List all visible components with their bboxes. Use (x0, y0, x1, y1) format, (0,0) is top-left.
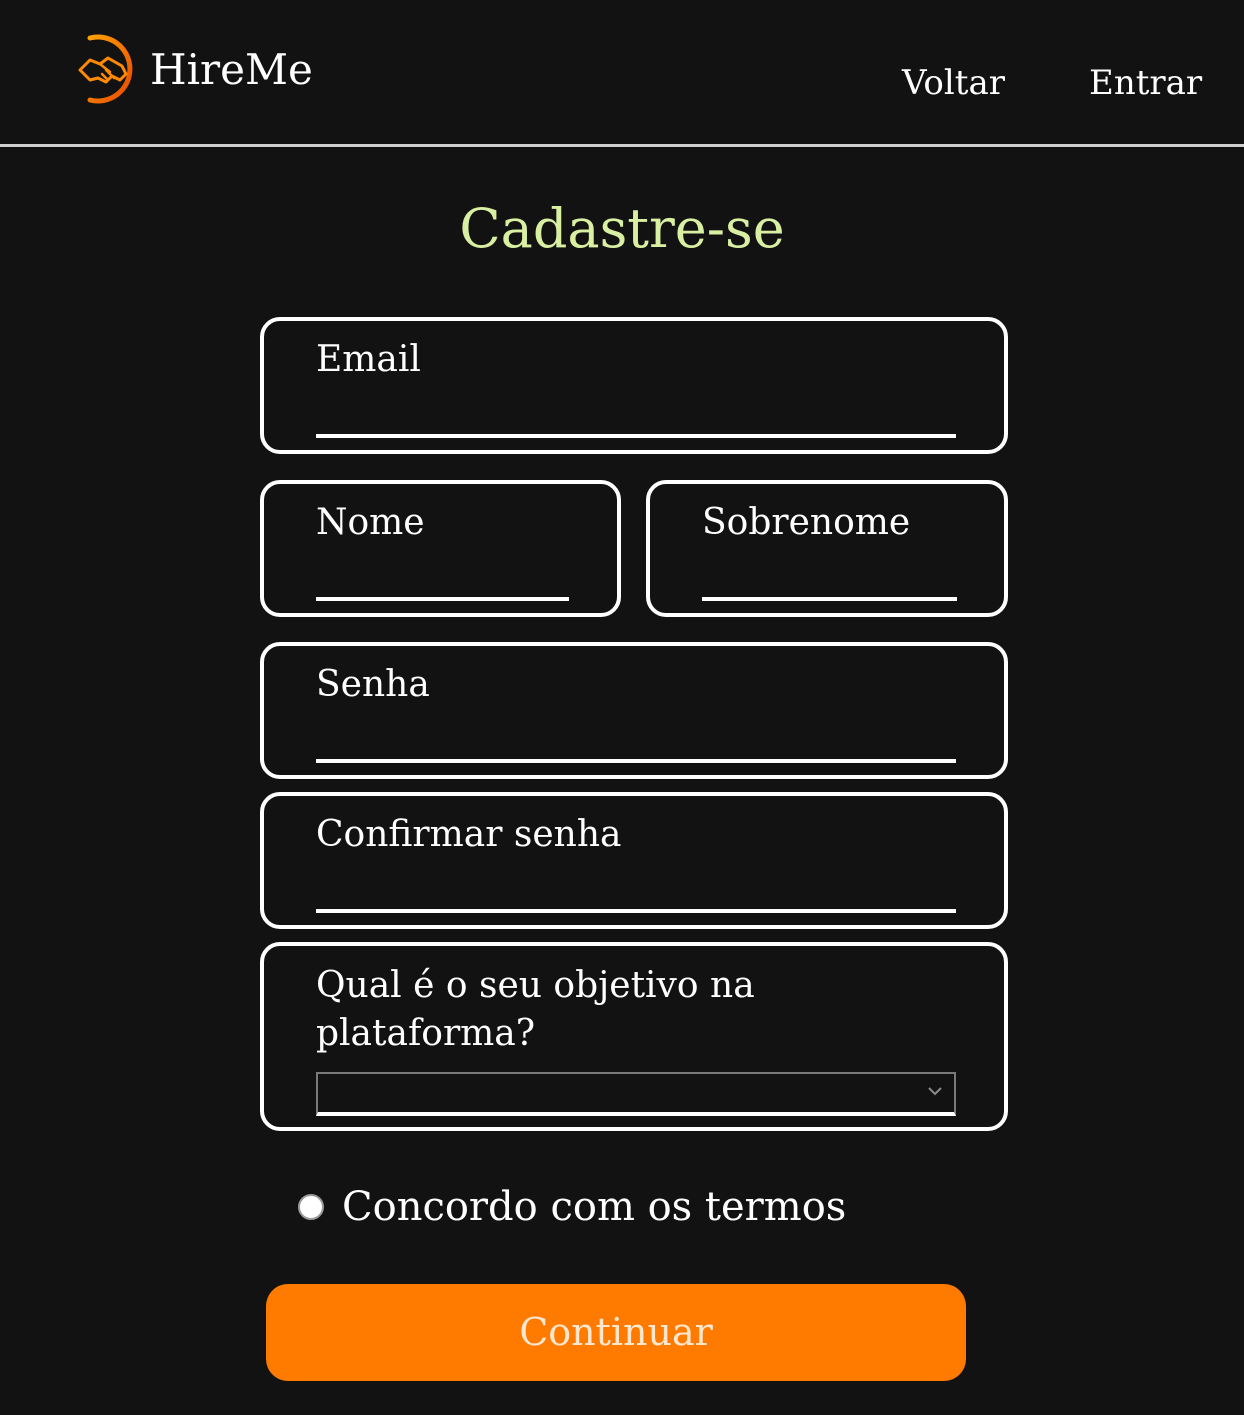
password-field[interactable]: Senha (260, 642, 1008, 779)
first-name-field[interactable]: Nome (260, 480, 621, 617)
email-input[interactable] (316, 434, 956, 438)
terms-radio[interactable] (298, 1194, 324, 1220)
confirm-password-field[interactable]: Confirmar senha (260, 792, 1008, 929)
back-link[interactable]: Voltar (902, 58, 1005, 108)
handshake-icon (78, 34, 133, 104)
first-name-label: Nome (316, 502, 425, 543)
continue-button[interactable]: Continuar (266, 1284, 966, 1381)
page-title: Cadastre-se (459, 197, 785, 260)
password-label: Senha (316, 664, 430, 705)
confirm-password-label: Confirmar senha (316, 814, 622, 855)
goal-field[interactable]: Qual é o seu objetivo na plataforma? (260, 942, 1008, 1131)
top-header: HireMe Voltar Entrar (0, 0, 1244, 147)
first-name-input[interactable] (316, 597, 569, 601)
terms-label[interactable]: Concordo com os termos (342, 1180, 846, 1234)
last-name-field[interactable]: Sobrenome (646, 480, 1008, 617)
last-name-label: Sobrenome (702, 502, 911, 543)
login-link[interactable]: Entrar (1089, 58, 1202, 108)
email-label: Email (316, 339, 421, 380)
confirm-password-input[interactable] (316, 909, 956, 913)
email-field[interactable]: Email (260, 317, 1008, 454)
last-name-input[interactable] (702, 597, 957, 601)
goal-select[interactable] (316, 1072, 956, 1116)
goal-label: Qual é o seu objetivo na plataforma? (316, 965, 755, 1054)
chevron-down-icon (928, 1087, 942, 1096)
password-input[interactable] (316, 759, 956, 763)
signup-page: HireMe Voltar Entrar Cadastre-se Email N… (0, 0, 1244, 1415)
brand-name[interactable]: HireMe (150, 40, 313, 100)
